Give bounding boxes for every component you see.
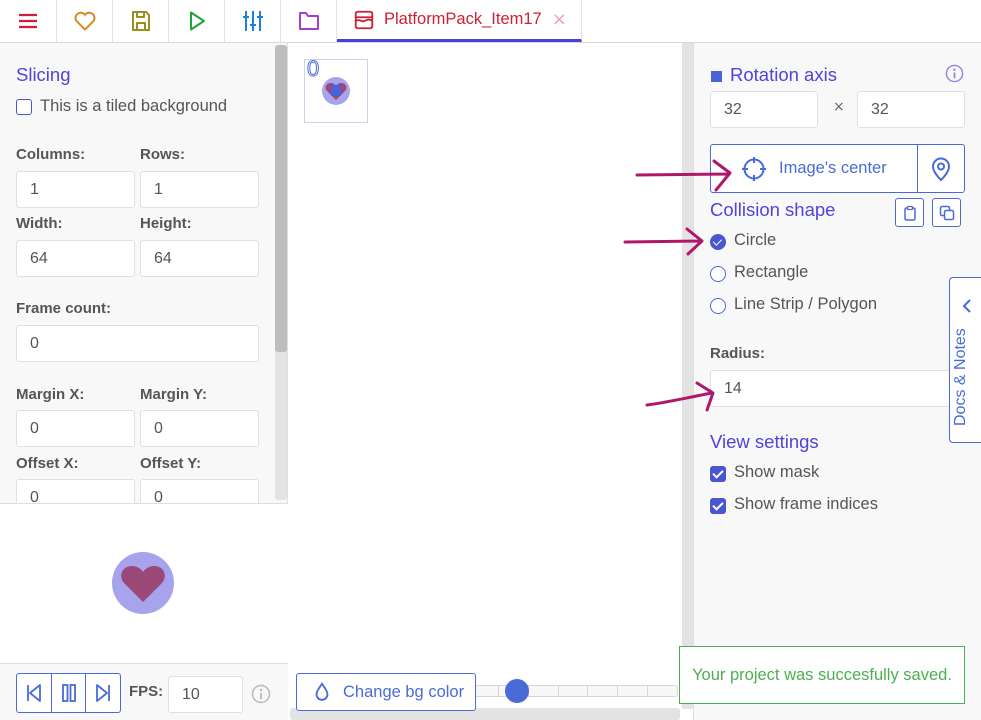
offset-x-label: Offset X: bbox=[16, 455, 79, 472]
rows-input[interactable]: 1 bbox=[140, 171, 259, 208]
show-mask-label: Show mask bbox=[734, 463, 820, 481]
paste-shape-button[interactable] bbox=[895, 198, 924, 227]
docs-notes-label: Docs & Notes bbox=[952, 328, 969, 426]
change-bg-color-label: Change bg color bbox=[343, 682, 465, 701]
offset-y-input[interactable]: 0 bbox=[140, 479, 259, 503]
collision-shape-title: Collision shape bbox=[710, 199, 836, 220]
copy-icon bbox=[939, 205, 954, 220]
offset-x-input[interactable]: 0 bbox=[16, 479, 135, 503]
columns-label: Columns: bbox=[16, 146, 86, 163]
tiled-background-checkbox[interactable] bbox=[16, 99, 32, 115]
rotation-axis-x-input[interactable]: 32 bbox=[710, 91, 818, 128]
image-center-button[interactable]: Image's center bbox=[711, 145, 918, 192]
playback-controls bbox=[16, 673, 121, 713]
circle-label: Circle bbox=[734, 231, 777, 249]
skip-back-icon bbox=[26, 684, 41, 702]
margin-y-input[interactable]: 0 bbox=[140, 410, 259, 447]
radius-label: Radius: bbox=[710, 345, 766, 362]
height-label: Height: bbox=[140, 215, 192, 232]
rotation-axis-title: Rotation axis bbox=[730, 64, 837, 85]
image-center-button-group: Image's center bbox=[710, 144, 965, 193]
texture-icon bbox=[353, 9, 375, 31]
radius-input[interactable]: 14 bbox=[710, 370, 960, 407]
slicing-scrollbar-thumb[interactable] bbox=[275, 45, 287, 352]
animation-preview bbox=[0, 503, 288, 663]
pause-icon bbox=[61, 684, 76, 702]
close-tab-icon[interactable]: × bbox=[552, 10, 567, 29]
texture-canvas[interactable]: 0 bbox=[288, 43, 693, 720]
chevron-left-icon bbox=[962, 299, 971, 313]
info-icon[interactable] bbox=[945, 64, 964, 83]
pick-axis-button[interactable] bbox=[918, 145, 964, 192]
heart-icon bbox=[74, 11, 95, 31]
rectangle-radio[interactable] bbox=[710, 266, 726, 282]
polygon-label: Line Strip / Polygon bbox=[734, 295, 878, 313]
width-input[interactable]: 64 bbox=[16, 240, 135, 277]
rotation-axis-marker[interactable] bbox=[331, 85, 341, 96]
menu-button[interactable] bbox=[0, 0, 57, 42]
docs-notes-tab[interactable]: Docs & Notes bbox=[949, 277, 981, 443]
droplet-icon bbox=[315, 682, 329, 701]
tab-label: PlatformPack_Item17 bbox=[384, 10, 542, 28]
image-center-label: Image's center bbox=[779, 159, 887, 177]
frame-count-input[interactable]: 0 bbox=[16, 325, 259, 362]
show-frame-indices-label: Show frame indices bbox=[734, 495, 878, 513]
columns-input[interactable]: 1 bbox=[16, 171, 135, 208]
sliders-icon bbox=[242, 11, 263, 31]
zoom-slider-handle[interactable] bbox=[505, 679, 529, 703]
frame-index-label: 0 bbox=[306, 56, 320, 82]
settings-button[interactable] bbox=[225, 0, 281, 42]
folder-icon bbox=[298, 12, 319, 30]
canvas-vertical-scrollbar[interactable] bbox=[682, 43, 693, 709]
frame-count-label: Frame count: bbox=[16, 300, 112, 317]
tiled-background-label: This is a tiled background bbox=[40, 97, 228, 115]
fps-label: FPS: bbox=[129, 683, 164, 700]
pause-button[interactable] bbox=[52, 674, 87, 712]
show-mask-checkbox[interactable] bbox=[710, 466, 726, 482]
hamburger-menu-icon bbox=[19, 13, 37, 29]
save-button[interactable] bbox=[113, 0, 169, 42]
view-settings-title: View settings bbox=[710, 431, 819, 452]
map-pin-icon bbox=[931, 157, 951, 181]
frame-sprite bbox=[322, 77, 350, 105]
tab-texture[interactable]: PlatformPack_Item17 × bbox=[337, 0, 582, 42]
preview-sprite bbox=[112, 552, 174, 614]
slicing-scroll-area: Slicing This is a tiled background Colum… bbox=[0, 43, 288, 503]
info-icon[interactable] bbox=[251, 684, 271, 704]
favorites-button[interactable] bbox=[57, 0, 113, 42]
top-toolbar: PlatformPack_Item17 × bbox=[0, 0, 981, 43]
fps-input[interactable]: 10 bbox=[168, 676, 243, 713]
clipboard-icon bbox=[903, 205, 916, 221]
slicing-title: Slicing bbox=[16, 64, 71, 85]
play-button[interactable] bbox=[169, 0, 225, 42]
rows-label: Rows: bbox=[140, 146, 185, 163]
show-frame-indices-checkbox[interactable] bbox=[710, 498, 726, 514]
change-bg-color-button[interactable]: Change bg color bbox=[296, 673, 476, 711]
rotation-axis-swatch bbox=[711, 71, 722, 82]
margin-x-input[interactable]: 0 bbox=[16, 410, 135, 447]
rectangle-label: Rectangle bbox=[734, 263, 809, 281]
previous-frame-button[interactable] bbox=[17, 674, 52, 712]
margin-x-label: Margin X: bbox=[16, 386, 85, 403]
width-label: Width: bbox=[16, 215, 63, 232]
next-frame-button[interactable] bbox=[86, 674, 120, 712]
assets-button[interactable] bbox=[281, 0, 337, 42]
polygon-radio[interactable] bbox=[710, 298, 726, 314]
zoom-slider-track[interactable] bbox=[468, 685, 678, 697]
circle-radio[interactable] bbox=[710, 234, 726, 250]
play-icon bbox=[189, 11, 205, 31]
margin-y-label: Margin Y: bbox=[140, 386, 207, 403]
height-input[interactable]: 64 bbox=[140, 240, 259, 277]
save-success-toast: Your project was succesfully saved. bbox=[679, 646, 965, 704]
floppy-disk-icon bbox=[131, 11, 150, 31]
offset-y-label: Offset Y: bbox=[140, 455, 202, 472]
animation-player-bar: FPS: 10 bbox=[0, 663, 288, 720]
crosshair-icon bbox=[742, 156, 766, 181]
axis-separator: × bbox=[833, 99, 845, 115]
skip-forward-icon bbox=[96, 684, 111, 702]
slicing-panel: Slicing This is a tiled background Colum… bbox=[0, 43, 288, 720]
copy-shape-button[interactable] bbox=[932, 198, 961, 227]
rotation-axis-y-input[interactable]: 32 bbox=[857, 91, 965, 128]
